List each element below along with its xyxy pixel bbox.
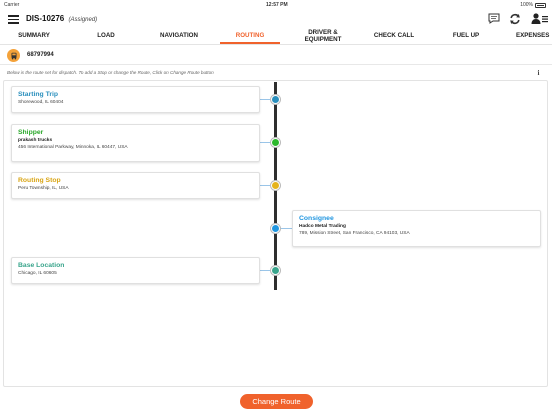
status-bar: Carrier 12:57 PM 100%	[0, 0, 552, 9]
clock: 12:57 PM	[266, 2, 288, 8]
stop-title: Shipper	[18, 129, 44, 136]
info-bar: Below is the route set for dispatch. To …	[0, 67, 552, 79]
user-menu-icon[interactable]	[530, 12, 548, 25]
stop-title: Routing Stop	[18, 177, 61, 184]
truck-number: 68797994	[27, 52, 54, 58]
tab-summary[interactable]: SUMMARY	[10, 29, 58, 44]
stop-company: prakash trucks	[18, 138, 53, 143]
dispatch-id: DIS-10276	[26, 14, 65, 23]
dispatch-status: (Assigned)	[68, 17, 98, 23]
tab-load[interactable]: LOAD	[88, 29, 124, 44]
timeline-node	[271, 138, 280, 147]
chat-icon[interactable]	[487, 12, 501, 25]
page-title: DIS-10276 (Assigned)	[26, 14, 97, 23]
stop-card-consignee[interactable]: Consignee Hadco Metal Trading 789, Missi…	[292, 210, 541, 247]
battery-level: 100%	[520, 2, 533, 8]
route-instructions: Below is the route set for dispatch. To …	[7, 70, 214, 75]
stop-address: Peru Township, IL, USA	[18, 186, 69, 191]
refresh-icon[interactable]	[508, 12, 522, 25]
stop-address: Shorewood, IL 60404	[18, 100, 64, 105]
stop-address: Chicago, IL 60605	[18, 271, 57, 276]
stop-title: Consignee	[299, 215, 334, 222]
tab-driver-equipment[interactable]: DRIVER & EQUIPMENT	[296, 29, 350, 44]
stop-card-shipper[interactable]: Shipper prakash trucks 456 International…	[11, 124, 260, 162]
menu-icon[interactable]	[8, 15, 19, 24]
stop-address: 789, Mission Street, San Francisco, CA 9…	[299, 231, 410, 236]
battery-icon	[535, 2, 546, 8]
tab-fuel-up[interactable]: FUEL UP	[446, 29, 486, 44]
stop-address: 456 International Parkway, Minnoka, IL 6…	[18, 145, 128, 150]
truck-icon	[7, 49, 20, 62]
battery-indicator: 100%	[520, 2, 546, 8]
timeline-node	[271, 224, 280, 233]
stop-card-starting-trip[interactable]: Starting Trip Shorewood, IL 60404	[11, 86, 260, 113]
timeline-node	[271, 266, 280, 275]
stop-card-base-location[interactable]: Base Location Chicago, IL 60605	[11, 257, 260, 284]
stop-company: Hadco Metal Trading	[299, 224, 346, 229]
app-header: DIS-10276 (Assigned)	[0, 9, 552, 29]
timeline-node	[271, 95, 280, 104]
change-route-button[interactable]: Change Route	[240, 394, 313, 409]
timeline-node	[271, 181, 280, 190]
stop-title: Starting Trip	[18, 91, 59, 98]
truck-row: 68797994	[0, 45, 552, 65]
stop-card-routing-stop[interactable]: Routing Stop Peru Township, IL, USA	[11, 172, 260, 199]
info-icon[interactable]: i	[535, 69, 542, 77]
stop-title: Base Location	[18, 262, 65, 269]
tab-navigation[interactable]: NAVIGATION	[152, 29, 206, 44]
carrier-label: Carrier	[4, 2, 20, 8]
tab-check-call[interactable]: CHECK CALL	[366, 29, 422, 44]
tab-expenses[interactable]: EXPENSES	[516, 29, 552, 44]
